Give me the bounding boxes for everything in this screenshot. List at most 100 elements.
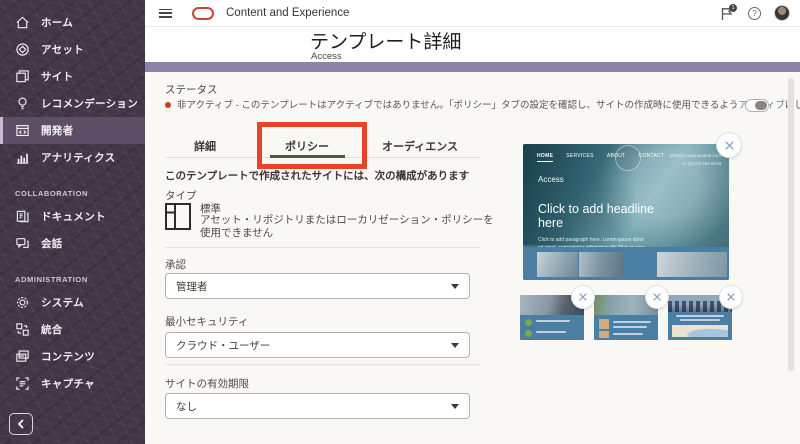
sidebar-item-label: ホーム	[41, 15, 73, 30]
approval-value: 管理者	[176, 279, 208, 294]
help-icon[interactable]: ?	[748, 7, 761, 20]
preview-nav-about: ABOUT	[607, 153, 626, 162]
sidebar-item-label: システム	[41, 295, 84, 310]
status-warning-text: 非アクティブ - このテンプレートはアクティブではありません。「ポリシー」タブの…	[177, 99, 800, 112]
sidebar-item-recommendations[interactable]: レコメンデーション	[0, 90, 145, 117]
section-divider	[165, 364, 480, 365]
close-icon	[652, 292, 662, 302]
page-header: Content and Experience 1 ? テンプレート詳細 Acce…	[145, 0, 800, 62]
announcements-flag-icon[interactable]: 1	[720, 6, 735, 21]
sidebar-item-capture[interactable]: キャプチャ	[0, 370, 145, 397]
sidebar-item-label: コンテンツ	[41, 349, 95, 364]
dropdown-caret-icon	[451, 284, 459, 289]
preview-photo	[657, 252, 727, 277]
preview-email: info@companyname.com	[670, 152, 721, 160]
type-description: アセット・リポジトリまたはローカリゼーション・ポリシーを使用できません	[200, 214, 500, 240]
site-expiry-select[interactable]: なし	[165, 393, 470, 419]
preview-photo	[537, 252, 578, 277]
tab-audience[interactable]: オーディエンス	[382, 138, 458, 154]
remove-thumbnail-button[interactable]	[571, 285, 595, 309]
preview-nav-contact: CONTACT	[639, 153, 665, 162]
thumb-text-line	[613, 333, 643, 335]
remove-preview-button[interactable]	[716, 132, 742, 158]
vertical-scrollbar[interactable]	[788, 78, 794, 371]
dropdown-caret-icon	[451, 404, 459, 409]
sidebar-collapse-button[interactable]	[9, 413, 33, 435]
site-expiry-label: サイトの有効期限	[165, 376, 249, 391]
annotation-highlight-box	[257, 122, 367, 169]
thumb-portrait	[599, 319, 609, 329]
preview-contact-info: info@companyname.com +1 (0)123 456 5678	[670, 152, 721, 168]
thumb-bullet-icon	[525, 330, 532, 337]
dropdown-caret-icon	[451, 343, 459, 348]
asset-cube-icon	[15, 42, 30, 57]
thumb-text-line	[613, 321, 651, 323]
thumb-text-line	[680, 319, 720, 321]
close-icon	[578, 292, 588, 302]
approval-select[interactable]: 管理者	[165, 273, 470, 299]
close-icon	[724, 140, 735, 151]
lightbulb-icon	[15, 96, 30, 111]
sidebar-item-label: 開発者	[41, 123, 73, 138]
sidebar-item-label: アセット	[41, 42, 84, 57]
user-avatar[interactable]	[774, 5, 790, 21]
sites-windows-icon	[15, 69, 30, 84]
sidebar-item-home[interactable]: ホーム	[0, 9, 145, 36]
chat-bubbles-icon	[15, 236, 30, 251]
bar-chart-icon	[15, 150, 30, 165]
sidebar-item-label: キャプチャ	[41, 376, 95, 391]
sidebar-item-assets[interactable]: アセット	[0, 36, 145, 63]
type-label: タイプ	[165, 188, 197, 203]
page-subtitle: Access	[311, 51, 342, 62]
status-toggle[interactable]	[745, 99, 769, 112]
preview-nav-services: SERVICES	[566, 153, 594, 162]
sidebar-item-conversations[interactable]: 会話	[0, 230, 145, 257]
template-preview-large[interactable]: HOME SERVICES ABOUT CONTACT info@company…	[523, 144, 729, 280]
policy-intro-text: このテンプレートで作成されたサイトには、次の構成があります	[165, 168, 469, 183]
section-divider	[165, 247, 480, 248]
sidebar-item-label: アナリティクス	[41, 150, 115, 165]
preview-nav-home: HOME	[537, 153, 553, 162]
oce-template-details-page: ホーム アセット サイト レコメンデーション 開発者 アナリティクス	[0, 0, 800, 444]
chevron-left-icon	[17, 419, 25, 429]
remove-thumbnail-button[interactable]	[645, 285, 669, 309]
sidebar-item-system[interactable]: システム	[0, 289, 145, 316]
sidebar-item-label: サイト	[41, 69, 73, 84]
min-security-select[interactable]: クラウド・ユーザー	[165, 332, 470, 358]
preview-gallery-strip	[523, 247, 729, 280]
preview-photo	[579, 252, 623, 277]
preview-phone: +1 (0)123 456 5678	[670, 160, 721, 168]
standard-template-layout-icon	[164, 202, 192, 231]
site-expiry-value: なし	[176, 399, 197, 414]
app-title: Content and Experience	[226, 7, 349, 19]
inactive-bullet-icon	[165, 102, 171, 108]
sidebar-section-administration: ADMINISTRATION	[0, 269, 145, 289]
min-security-label: 最小セキュリティ	[165, 314, 248, 329]
sidebar-item-documents[interactable]: ドキュメント	[0, 203, 145, 230]
page-title: テンプレート詳細	[310, 27, 461, 54]
sidebar-item-analytics[interactable]: アナリティクス	[0, 144, 145, 171]
sidebar-item-label: レコメンデーション	[41, 96, 138, 111]
sidebar-item-label: 会話	[41, 236, 63, 251]
preview-nav: HOME SERVICES ABOUT CONTACT	[537, 153, 664, 162]
sidebar-item-integration[interactable]: 統合	[0, 316, 145, 343]
remove-thumbnail-button[interactable]	[719, 285, 743, 309]
thumb-bullet-icon	[525, 319, 532, 326]
oracle-logo-icon	[192, 7, 214, 20]
developer-code-icon	[15, 123, 30, 138]
thumb-text-line	[536, 331, 566, 333]
sidebar-item-developer[interactable]: 開発者	[0, 117, 145, 144]
topbar: Content and Experience 1 ?	[145, 0, 800, 27]
capture-scan-icon	[15, 376, 30, 391]
home-icon	[15, 15, 30, 30]
sidebar-item-content[interactable]: コンテンツ	[0, 343, 145, 370]
min-security-value: クラウド・ユーザー	[176, 338, 270, 353]
hamburger-menu-icon[interactable]	[159, 9, 172, 18]
tab-details[interactable]: 詳細	[194, 138, 216, 154]
thumb-text-line	[536, 320, 570, 322]
approval-label: 承認	[165, 257, 186, 272]
sidebar: ホーム アセット サイト レコメンデーション 開発者 アナリティクス	[0, 0, 145, 444]
preview-site-name: Access	[538, 175, 564, 184]
thumb-map	[672, 325, 728, 337]
sidebar-item-sites[interactable]: サイト	[0, 63, 145, 90]
